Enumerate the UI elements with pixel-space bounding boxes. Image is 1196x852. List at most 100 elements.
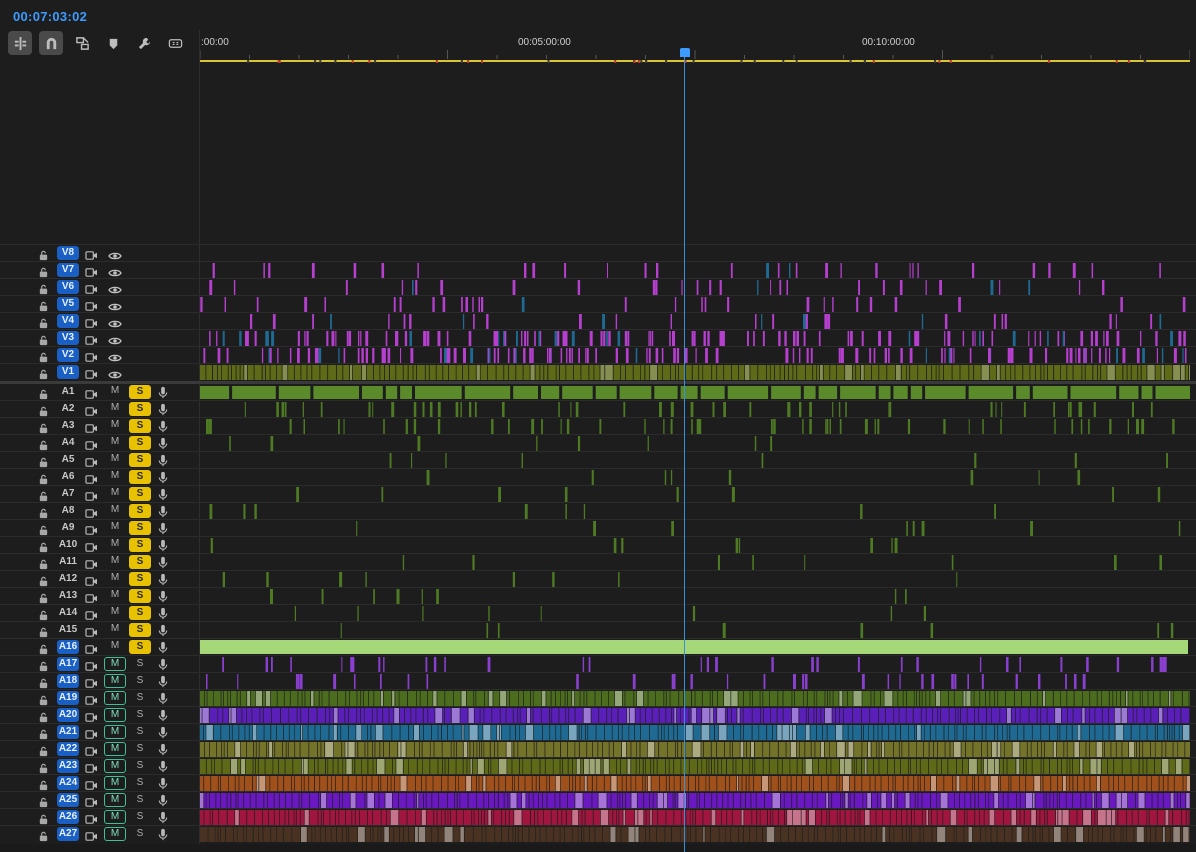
clip[interactable] [529, 793, 533, 808]
clip[interactable] [200, 386, 230, 399]
clip[interactable] [239, 810, 247, 825]
clip[interactable] [1096, 742, 1103, 757]
audio-track-a16[interactable]: A16 M S [0, 638, 1196, 655]
mute-button[interactable]: M [104, 589, 126, 603]
clip[interactable] [1078, 280, 1081, 295]
clip[interactable] [266, 365, 270, 380]
clip[interactable] [549, 776, 556, 791]
lock-icon[interactable] [38, 421, 49, 434]
clip[interactable] [709, 759, 711, 774]
clip[interactable] [345, 810, 352, 825]
clip[interactable] [621, 827, 628, 842]
clip[interactable] [1095, 810, 1098, 825]
clip[interactable] [767, 365, 770, 380]
clip[interactable] [536, 776, 540, 791]
clip[interactable] [899, 742, 902, 757]
clip[interactable] [1035, 793, 1044, 808]
clip[interactable] [592, 793, 598, 808]
clip[interactable] [361, 759, 368, 774]
clip[interactable] [1157, 725, 1164, 740]
microphone-icon[interactable] [158, 522, 168, 535]
clip[interactable] [373, 759, 376, 774]
clip[interactable] [416, 365, 425, 380]
clip[interactable] [860, 810, 865, 825]
clip[interactable] [486, 623, 489, 638]
clip[interactable] [288, 742, 295, 757]
clip[interactable] [926, 708, 933, 723]
clip[interactable] [918, 793, 922, 808]
clip[interactable] [392, 691, 395, 706]
clip[interactable] [467, 759, 470, 774]
lock-icon[interactable] [38, 727, 49, 740]
lock-icon[interactable] [38, 540, 49, 553]
clip[interactable] [555, 776, 561, 791]
clip[interactable] [1020, 742, 1027, 757]
clip[interactable] [1186, 776, 1190, 791]
clip[interactable] [1077, 725, 1081, 740]
clip[interactable] [763, 691, 770, 706]
microphone-icon[interactable] [158, 437, 168, 450]
clip[interactable] [993, 314, 996, 329]
track-target-label[interactable]: A16 [57, 640, 79, 654]
clip[interactable] [803, 386, 816, 399]
clip[interactable] [797, 759, 802, 774]
clip[interactable] [808, 708, 814, 723]
clip[interactable] [580, 691, 584, 706]
sync-lock-icon[interactable] [85, 523, 98, 535]
clip[interactable] [270, 436, 274, 451]
clip[interactable] [431, 725, 438, 740]
clip[interactable] [1116, 742, 1122, 757]
clip[interactable] [655, 280, 658, 295]
clip[interactable] [429, 365, 436, 380]
clip[interactable] [718, 725, 727, 740]
clip[interactable] [270, 589, 273, 604]
clip[interactable] [509, 365, 516, 380]
clip[interactable] [567, 742, 575, 757]
clip[interactable] [534, 331, 536, 346]
clip[interactable] [561, 725, 569, 740]
clip[interactable] [717, 776, 726, 791]
insert-sequence-icon[interactable] [8, 31, 32, 55]
clip[interactable] [763, 674, 765, 689]
clip[interactable] [711, 759, 715, 774]
track-target-label[interactable]: A12 [57, 572, 79, 586]
clip[interactable] [839, 419, 842, 434]
clip[interactable] [1154, 759, 1162, 774]
clip[interactable] [520, 708, 527, 723]
clip[interactable] [340, 623, 342, 638]
clip[interactable] [1040, 810, 1045, 825]
clip[interactable] [1020, 810, 1024, 825]
clip[interactable] [554, 331, 557, 346]
clip[interactable] [399, 691, 407, 706]
clip[interactable] [820, 365, 823, 380]
clip[interactable] [806, 297, 810, 312]
clip[interactable] [1147, 776, 1152, 791]
clip[interactable] [830, 365, 836, 380]
clip[interactable] [840, 759, 845, 774]
clip[interactable] [458, 776, 466, 791]
clip[interactable] [256, 776, 259, 791]
mute-button[interactable]: M [104, 623, 126, 637]
clip[interactable] [1030, 365, 1036, 380]
clip[interactable] [1011, 365, 1015, 380]
audio-track-a4[interactable]: A4 M S [0, 434, 1196, 451]
clip[interactable] [832, 793, 841, 808]
audio-track-a6[interactable]: A6 M S [0, 468, 1196, 485]
clip[interactable] [352, 810, 355, 825]
clip[interactable] [312, 365, 320, 380]
solo-button[interactable]: S [129, 725, 151, 739]
clip[interactable] [871, 365, 879, 380]
track-lane[interactable] [200, 792, 1190, 809]
clip[interactable] [498, 793, 504, 808]
clip[interactable] [1020, 708, 1029, 723]
clip[interactable] [522, 827, 529, 842]
clip[interactable] [968, 827, 973, 842]
clip[interactable] [724, 365, 732, 380]
clip[interactable] [791, 776, 797, 791]
clip[interactable] [496, 365, 504, 380]
clip[interactable] [541, 419, 543, 434]
clip[interactable] [850, 793, 854, 808]
clip[interactable] [1116, 657, 1120, 672]
clip[interactable] [986, 827, 991, 842]
clip[interactable] [1069, 348, 1073, 363]
